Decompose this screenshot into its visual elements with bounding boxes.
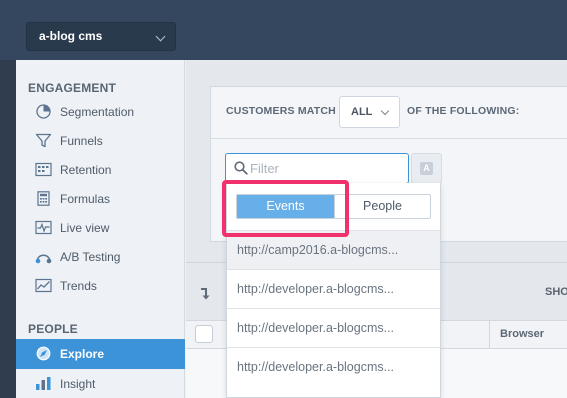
explore-icon: [36, 346, 51, 361]
select-all-checkbox[interactable]: [195, 325, 213, 343]
match-select[interactable]: ALL: [339, 96, 400, 128]
chevron-down-icon: [380, 106, 390, 116]
dropdown-option[interactable]: http://developer.a-blogcms...: [227, 308, 440, 347]
show-label: SHO: [545, 286, 567, 298]
trends-icon: [35, 278, 52, 293]
sidebar-item-label: Trends: [60, 279, 97, 293]
sidebar-item-label: Formulas: [60, 192, 111, 206]
of-the-following-label: OF THE FOLLOWING:: [407, 105, 520, 117]
sort-az-button[interactable]: A: [411, 153, 442, 184]
project-name: a-blog cms: [39, 29, 103, 43]
project-selector[interactable]: a-blog cms: [26, 22, 176, 51]
funnels-icon: [35, 133, 52, 148]
section-title-engagement: ENGAGEMENT: [28, 81, 117, 95]
sidebar-item-live-view[interactable]: Live view: [16, 214, 185, 242]
az-icon: A: [420, 162, 433, 175]
ab-testing-icon: [35, 254, 52, 264]
sidebar-item-funnels[interactable]: Funnels: [16, 127, 185, 155]
retention-icon: [35, 162, 52, 177]
sidebar-item-label: A/B Testing: [60, 250, 121, 264]
people-tab-button[interactable]: People: [334, 195, 430, 218]
filter-search-box[interactable]: [225, 153, 409, 184]
events-people-toggle: Events People: [236, 194, 431, 219]
dropdown-option[interactable]: http://camp2016.a-blogcms...: [227, 230, 440, 269]
segmentation-icon: [36, 104, 51, 119]
search-icon: [234, 161, 248, 175]
sidebar: ENGAGEMENT Segmentation Funnels Retentio…: [16, 60, 185, 398]
sidebar-item-formulas[interactable]: Formulas: [16, 185, 185, 213]
sidebar-item-label: Live view: [60, 221, 110, 235]
column-header-browser[interactable]: Browser: [500, 328, 544, 340]
sidebar-item-label: Segmentation: [60, 105, 135, 119]
dropdown-option[interactable]: http://developer.a-blogcms...: [227, 347, 440, 386]
sort-arrow-icon[interactable]: [199, 287, 213, 301]
sidebar-item-label: Retention: [60, 163, 112, 177]
filter-input[interactable]: [250, 158, 400, 179]
sidebar-item-retention[interactable]: Retention: [16, 156, 185, 184]
sidebar-item-explore[interactable]: Explore: [16, 339, 185, 369]
sidebar-item-label: Explore: [60, 347, 105, 361]
customers-match-label: CUSTOMERS MATCH: [226, 105, 336, 117]
sidebar-item-label: Funnels: [60, 134, 103, 148]
dropdown-option[interactable]: http://developer.a-blogcms...: [227, 269, 440, 308]
column-divider: [489, 320, 490, 349]
insight-icon: [36, 377, 51, 390]
sidebar-item-segmentation[interactable]: Segmentation: [16, 98, 185, 126]
sidebar-item-insight[interactable]: Insight: [16, 370, 185, 398]
events-tab-button[interactable]: Events: [237, 195, 334, 218]
sidebar-item-ab-testing[interactable]: A/B Testing: [16, 243, 185, 271]
match-value: ALL: [351, 106, 373, 118]
sidebar-item-label: Insight: [60, 377, 96, 391]
chevron-down-icon: [155, 31, 166, 42]
section-title-people: PEOPLE: [28, 322, 78, 336]
formulas-icon: [37, 191, 50, 206]
live-view-icon: [35, 220, 52, 235]
sidebar-item-trends[interactable]: Trends: [16, 272, 185, 300]
divider: [211, 138, 567, 139]
